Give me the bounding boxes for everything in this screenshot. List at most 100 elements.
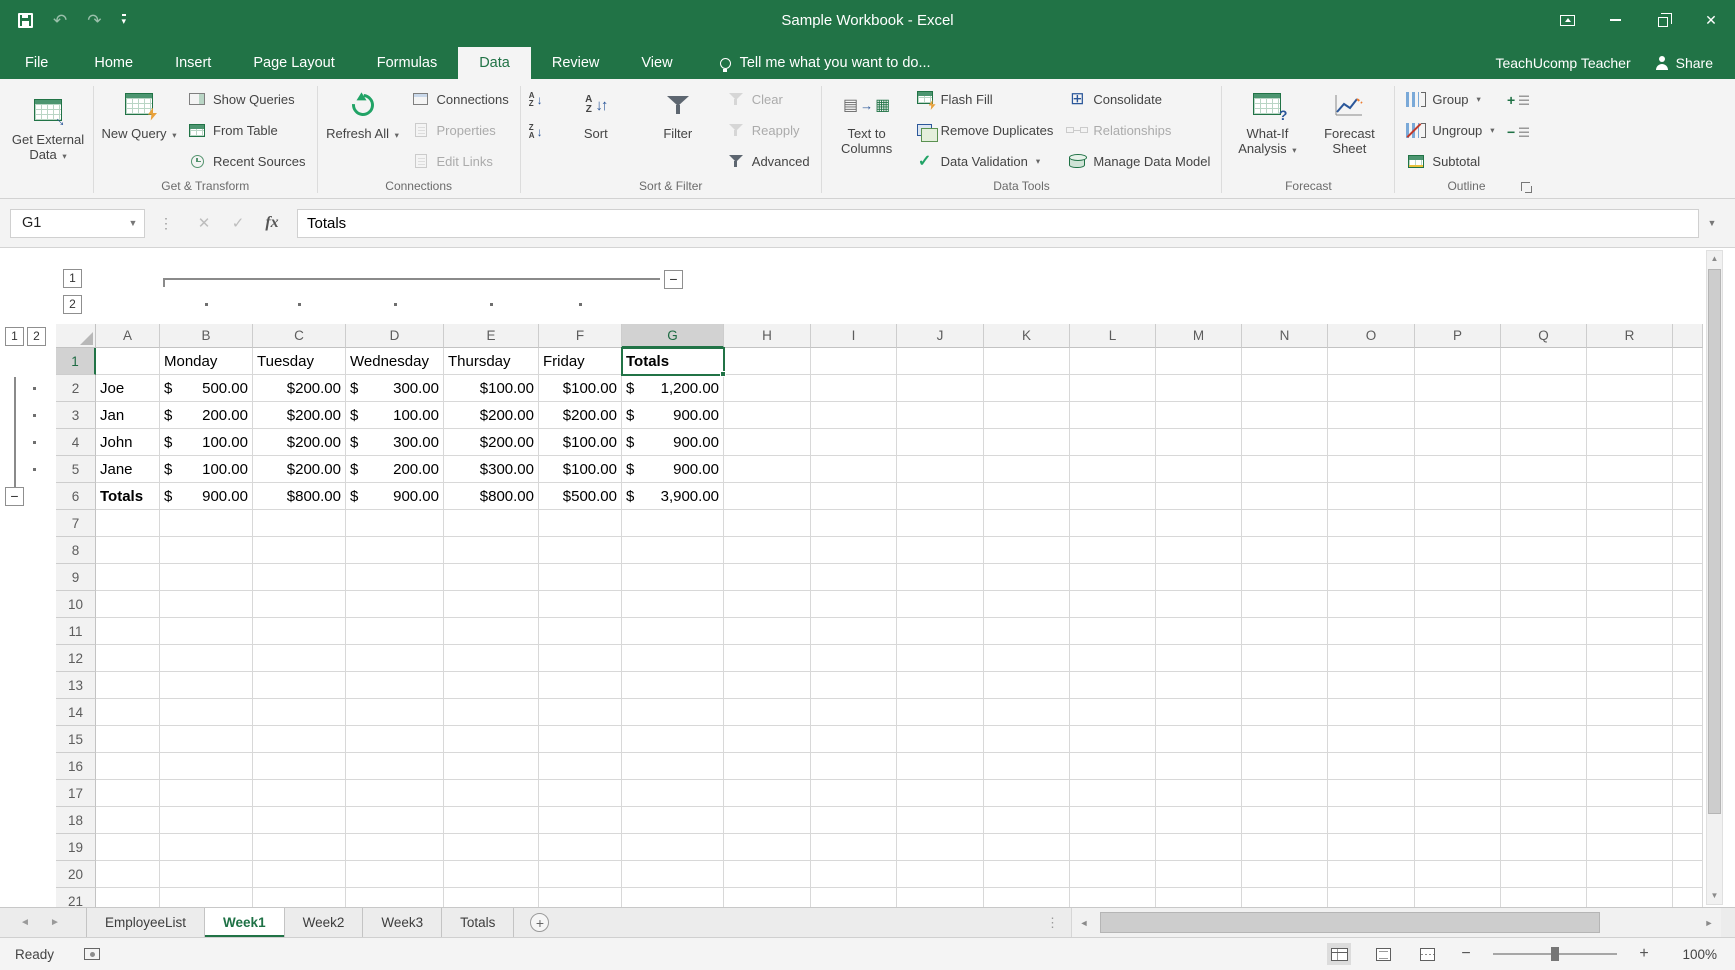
sheet-tab-employeelist[interactable]: EmployeeList <box>86 908 205 937</box>
ribbon-display-options-button[interactable] <box>1543 0 1591 40</box>
row-header-17[interactable]: 17 <box>56 780 96 807</box>
cell-C7[interactable] <box>253 510 346 537</box>
cell-E13[interactable] <box>444 672 539 699</box>
cell-O6[interactable] <box>1328 483 1415 510</box>
cell-R6[interactable] <box>1587 483 1673 510</box>
zoom-slider[interactable] <box>1493 953 1617 955</box>
formula-bar-expand-button[interactable]: ▼ <box>1699 218 1725 228</box>
cell-L21[interactable] <box>1070 888 1156 907</box>
cell-D9[interactable] <box>346 564 444 591</box>
cell-H10[interactable] <box>724 591 811 618</box>
cell-L19[interactable] <box>1070 834 1156 861</box>
cell-B18[interactable] <box>160 807 253 834</box>
cell-R18[interactable] <box>1587 807 1673 834</box>
cell-C1[interactable]: Tuesday <box>253 348 346 375</box>
cell-E11[interactable] <box>444 618 539 645</box>
cell-A12[interactable] <box>96 645 160 672</box>
share-button[interactable]: Share <box>1655 47 1735 79</box>
ungroup-button[interactable]: Ungroup▾ <box>1401 117 1499 143</box>
recent-sources-button[interactable]: Recent Sources <box>182 148 311 174</box>
cell-I12[interactable] <box>811 645 897 672</box>
account-name[interactable]: TeachUcomp Teacher <box>1471 47 1654 79</box>
cell-D18[interactable] <box>346 807 444 834</box>
sort-descending-button[interactable]: ZA↓ <box>527 120 553 144</box>
outline-dialog-launcher[interactable] <box>1521 182 1533 194</box>
cell-G9[interactable] <box>622 564 724 591</box>
cell-F15[interactable] <box>539 726 622 753</box>
cell-J21[interactable] <box>897 888 984 907</box>
cell-A6[interactable]: Totals <box>96 483 160 510</box>
cell-F6[interactable]: $500.00 <box>539 483 622 510</box>
column-header-J[interactable]: J <box>897 324 984 348</box>
cell-Q16[interactable] <box>1501 753 1587 780</box>
cell-A5[interactable]: Jane <box>96 456 160 483</box>
cell-F21[interactable] <box>539 888 622 907</box>
cell-D6[interactable]: $900.00 <box>346 483 444 510</box>
cell-Q7[interactable] <box>1501 510 1587 537</box>
cell-O15[interactable] <box>1328 726 1415 753</box>
cell-N19[interactable] <box>1242 834 1328 861</box>
column-header-K[interactable]: K <box>984 324 1070 348</box>
cell-N9[interactable] <box>1242 564 1328 591</box>
cell-J7[interactable] <box>897 510 984 537</box>
cell-A9[interactable] <box>96 564 160 591</box>
cell-A2[interactable]: Joe <box>96 375 160 402</box>
cell-M13[interactable] <box>1156 672 1242 699</box>
cell-K3[interactable] <box>984 402 1070 429</box>
cell-H2[interactable] <box>724 375 811 402</box>
cell-N13[interactable] <box>1242 672 1328 699</box>
cell-M17[interactable] <box>1156 780 1242 807</box>
cell-L8[interactable] <box>1070 537 1156 564</box>
cell-L7[interactable] <box>1070 510 1156 537</box>
cell-A19[interactable] <box>96 834 160 861</box>
cell-L9[interactable] <box>1070 564 1156 591</box>
column-header-N[interactable]: N <box>1242 324 1328 348</box>
cell-N20[interactable] <box>1242 861 1328 888</box>
cell-J19[interactable] <box>897 834 984 861</box>
cell-P9[interactable] <box>1415 564 1501 591</box>
cell-M5[interactable] <box>1156 456 1242 483</box>
cell-J13[interactable] <box>897 672 984 699</box>
cell-G20[interactable] <box>622 861 724 888</box>
cell-B21[interactable] <box>160 888 253 907</box>
column-header-E[interactable]: E <box>444 324 539 348</box>
tab-home[interactable]: Home <box>73 47 154 79</box>
cell-B3[interactable]: $200.00 <box>160 402 253 429</box>
cell-F2[interactable]: $100.00 <box>539 375 622 402</box>
cell-I8[interactable] <box>811 537 897 564</box>
cell-E15[interactable] <box>444 726 539 753</box>
cell-K6[interactable] <box>984 483 1070 510</box>
cell-I7[interactable] <box>811 510 897 537</box>
cell-O21[interactable] <box>1328 888 1415 907</box>
cell-F8[interactable] <box>539 537 622 564</box>
cell-A21[interactable] <box>96 888 160 907</box>
row-header-10[interactable]: 10 <box>56 591 96 618</box>
cell-Q19[interactable] <box>1501 834 1587 861</box>
cell-D10[interactable] <box>346 591 444 618</box>
cell-O5[interactable] <box>1328 456 1415 483</box>
tab-insert[interactable]: Insert <box>154 47 232 79</box>
cell-I21[interactable] <box>811 888 897 907</box>
cell-K15[interactable] <box>984 726 1070 753</box>
cell-C4[interactable]: $200.00 <box>253 429 346 456</box>
cell-P1[interactable] <box>1415 348 1501 375</box>
cell-I14[interactable] <box>811 699 897 726</box>
remove-duplicates-button[interactable]: Remove Duplicates <box>910 117 1059 143</box>
cell-G10[interactable] <box>622 591 724 618</box>
cell-R3[interactable] <box>1587 402 1673 429</box>
cell-H4[interactable] <box>724 429 811 456</box>
fill-handle[interactable] <box>720 371 726 377</box>
cell-O11[interactable] <box>1328 618 1415 645</box>
scroll-left-button[interactable]: ◄ <box>1072 918 1096 928</box>
cell-B20[interactable] <box>160 861 253 888</box>
cell-I20[interactable] <box>811 861 897 888</box>
cell-G7[interactable] <box>622 510 724 537</box>
cell-P10[interactable] <box>1415 591 1501 618</box>
cell-N8[interactable] <box>1242 537 1328 564</box>
cell-R4[interactable] <box>1587 429 1673 456</box>
cell-B7[interactable] <box>160 510 253 537</box>
cell-E19[interactable] <box>444 834 539 861</box>
cell-D15[interactable] <box>346 726 444 753</box>
sheet-tab-week1[interactable]: Week1 <box>205 908 285 937</box>
macro-record-icon[interactable] <box>84 948 100 960</box>
